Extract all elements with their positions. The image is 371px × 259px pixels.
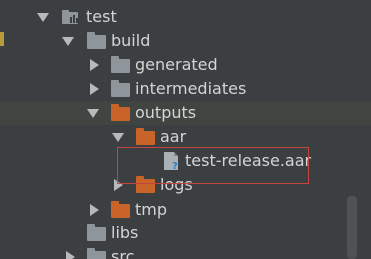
tree-item-src[interactable]: src xyxy=(0,245,371,259)
tree-item-intermediates[interactable]: intermediates xyxy=(0,77,371,101)
expand-arrow-icon[interactable] xyxy=(87,109,99,118)
folder-icon xyxy=(136,128,155,145)
collapse-arrow-icon[interactable] xyxy=(66,251,75,259)
highlight-annotation-box xyxy=(117,147,309,184)
expand-arrow-icon[interactable] xyxy=(62,37,74,46)
tree-item-test[interactable]: test xyxy=(0,5,371,29)
tree-item-label: tmp xyxy=(135,200,168,219)
folder-icon xyxy=(87,248,106,259)
expand-arrow-icon[interactable] xyxy=(112,133,124,142)
tree-item-aar[interactable]: aar xyxy=(0,125,371,149)
expand-arrow-icon[interactable] xyxy=(37,13,49,22)
collapse-arrow-icon[interactable] xyxy=(90,204,99,216)
tree-item-label: generated xyxy=(135,55,218,74)
collapse-arrow-icon[interactable] xyxy=(90,83,99,95)
tree-item-label: build xyxy=(111,31,151,50)
tree-item-generated[interactable]: generated xyxy=(0,53,371,77)
collapse-arrow-icon[interactable] xyxy=(90,59,99,71)
tree-item-label: intermediates xyxy=(135,79,247,98)
folder-icon xyxy=(111,80,130,97)
folder-icon xyxy=(111,201,130,218)
scrollbar-thumb[interactable] xyxy=(347,196,357,259)
tree-item-outputs[interactable]: outputs xyxy=(0,101,371,125)
tree-item-label: src xyxy=(111,247,135,259)
folder-icon xyxy=(111,104,130,121)
module-icon xyxy=(62,10,78,24)
tree-item-label: outputs xyxy=(135,103,197,122)
tree-item-label: aar xyxy=(160,127,187,146)
tree-item-label: test xyxy=(86,7,117,26)
folder-icon xyxy=(87,32,106,49)
tree-item-libs[interactable]: libs xyxy=(0,221,371,245)
folder-icon xyxy=(111,56,130,73)
folder-icon xyxy=(87,224,106,241)
project-tree-panel: test build generated intermediates outpu… xyxy=(0,0,371,259)
tree-item-tmp[interactable]: tmp xyxy=(0,198,371,222)
tree-item-label: libs xyxy=(111,223,139,242)
tree-item-build[interactable]: build xyxy=(0,29,371,53)
